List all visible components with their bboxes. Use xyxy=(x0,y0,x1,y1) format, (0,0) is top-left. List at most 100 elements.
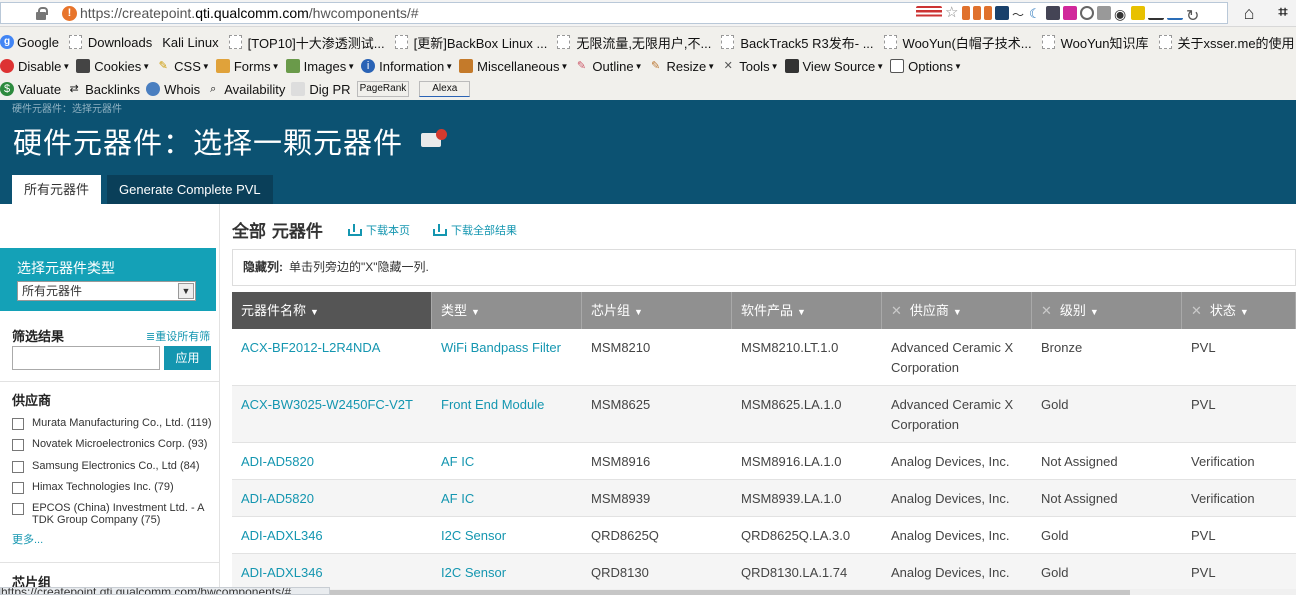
bookmark-icon[interactable] xyxy=(995,6,1009,20)
breadcrumb[interactable]: 硬件元器件：选择元器件 xyxy=(12,100,122,115)
bookmark-downloads[interactable]: Downloads xyxy=(68,35,152,50)
toolbar-digpr[interactable]: Dig PR xyxy=(291,82,351,97)
image-icon[interactable] xyxy=(1097,6,1111,20)
column-header-type[interactable]: 类型 ▼ xyxy=(432,292,582,329)
line-icon-blue[interactable] xyxy=(1167,6,1183,20)
moon-icon[interactable]: ☾ xyxy=(1029,6,1043,21)
warning-icon[interactable]: ! xyxy=(62,5,77,21)
java-icon[interactable] xyxy=(962,6,970,20)
download-all-link[interactable]: 下载全部结果 xyxy=(433,222,517,238)
component-type-link[interactable]: AF IC xyxy=(432,480,582,516)
checkbox-icon[interactable] xyxy=(12,461,24,473)
toolbar-outline[interactable]: ✎ Outline ▼ xyxy=(574,59,643,74)
toolbar-whois[interactable]: Whois xyxy=(146,82,200,97)
hide-column-close-icon[interactable]: ✕ xyxy=(1191,303,1202,318)
bookmark-wooyun-kb[interactable]: WooYun知识库 xyxy=(1041,33,1149,52)
crop-icon[interactable]: ⌗ xyxy=(1272,3,1294,23)
toolbar-tools[interactable]: ✕ Tools ▼ xyxy=(721,59,779,74)
toolbar-resize[interactable]: ✎ Resize ▼ xyxy=(649,59,715,74)
bookmark-backbox[interactable]: [更新]BackBox Linux ... xyxy=(394,33,547,52)
component-type-link[interactable]: AF IC xyxy=(432,443,582,479)
toolbar-images[interactable]: Images ▼ xyxy=(285,59,355,74)
tab-generate-pvl[interactable]: Generate Complete PVL xyxy=(107,175,273,204)
column-header-status[interactable]: ✕ 状态 ▼ xyxy=(1182,292,1296,329)
table-row[interactable]: ADI-AD5820 AF IC MSM8939 MSM8939.LA.1.0 … xyxy=(232,480,1296,517)
column-header-name[interactable]: 元器件名称 ▼ xyxy=(232,292,432,329)
firebug-icon[interactable] xyxy=(1046,6,1060,20)
flag-icon[interactable] xyxy=(916,6,942,20)
toolbar-misc[interactable]: Miscellaneous ▼ xyxy=(459,59,568,74)
toolbar-information[interactable]: i Information ▼ xyxy=(361,59,453,74)
tilde-icon[interactable]: 〜 xyxy=(1012,6,1026,22)
filter-input[interactable] xyxy=(12,346,160,370)
home-icon[interactable]: ⌂ xyxy=(1238,3,1260,23)
component-type-select[interactable]: 所有元器件 ▼ xyxy=(17,281,196,301)
toolbar-disable[interactable]: Disable ▼ xyxy=(0,59,70,74)
component-type-link[interactable]: I2C Sensor xyxy=(432,517,582,553)
column-header-level[interactable]: ✕ 级别 ▼ xyxy=(1032,292,1182,329)
bookmark-top10[interactable]: [TOP10]十大渗透测试... xyxy=(228,33,385,52)
supplier-checkbox[interactable]: Murata Manufacturing Co., Ltd. (119) xyxy=(12,417,212,430)
table-row[interactable]: ADI-ADXL346 I2C Sensor QRD8130 QRD8130.L… xyxy=(232,554,1296,591)
toolbar-valuate[interactable]: $ Valuate xyxy=(0,82,61,97)
reload-icon[interactable]: ↻ xyxy=(1186,6,1200,25)
supplier-checkbox[interactable]: Novatek Microelectronics Corp. (93) xyxy=(12,438,212,451)
component-name-link[interactable]: ADI-ADXL346 xyxy=(232,517,432,553)
bookmark-google[interactable]: g Google xyxy=(0,35,59,50)
table-row[interactable]: ACX-BW3025-W2450FC-V2T Front End Module … xyxy=(232,386,1296,443)
checkbox-icon[interactable] xyxy=(12,439,24,451)
bookmark-kali[interactable]: Kali Linux xyxy=(162,35,218,50)
component-name-link[interactable]: ADI-AD5820 xyxy=(232,443,432,479)
column-label: 元器件名称 xyxy=(241,303,307,318)
toolbar-forms[interactable]: Forms ▼ xyxy=(215,59,280,74)
toolbar-css[interactable]: ✎ CSS ▼ xyxy=(156,59,210,74)
email-alert-icon[interactable] xyxy=(421,129,447,147)
column-header-supplier[interactable]: ✕ 供应商 ▼ xyxy=(882,292,1032,329)
star-icon[interactable]: ☆ xyxy=(945,5,959,20)
component-name-link[interactable]: ACX-BF2012-L2R4NDA xyxy=(232,329,432,385)
table-row[interactable]: ADI-AD5820 AF IC MSM8916 MSM8916.LA.1.0 … xyxy=(232,443,1296,480)
supplier-checkbox[interactable]: Himax Technologies Inc. (79) xyxy=(12,481,212,494)
horizontal-scrollbar[interactable] xyxy=(330,589,1296,595)
toolbar-availability[interactable]: ⌕ Availability xyxy=(206,82,285,97)
pagerank-meter[interactable]: PageRank xyxy=(356,81,410,97)
pink-icon[interactable] xyxy=(1063,6,1077,20)
component-type-link[interactable]: WiFi Bandpass Filter xyxy=(432,329,582,385)
java-icon[interactable] xyxy=(973,6,981,20)
scrollbar-thumb[interactable] xyxy=(330,590,1130,595)
checkbox-icon[interactable] xyxy=(12,418,24,430)
yslow-icon[interactable] xyxy=(1131,6,1145,20)
component-name-link[interactable]: ACX-BW3025-W2450FC-V2T xyxy=(232,386,432,442)
hide-column-close-icon[interactable]: ✕ xyxy=(891,303,902,318)
supplier-checkbox[interactable]: Samsung Electronics Co., Ltd (84) xyxy=(12,460,212,473)
bookmark-wooyun[interactable]: WooYun(白帽子技术... xyxy=(883,33,1032,52)
hide-column-close-icon[interactable]: ✕ xyxy=(1041,303,1052,318)
clock-icon[interactable] xyxy=(1080,6,1094,20)
checkbox-icon[interactable] xyxy=(12,503,24,515)
bookmark-backtrack[interactable]: BackTrack5 R3发布- ... xyxy=(721,33,874,52)
java-icon[interactable] xyxy=(984,6,992,20)
toolbar-cookies[interactable]: Cookies ▼ xyxy=(76,59,150,74)
component-type-link[interactable]: Front End Module xyxy=(432,386,582,442)
alexa-meter[interactable]: Alexa xyxy=(419,81,471,97)
toolbar-viewsource[interactable]: View Source ▼ xyxy=(784,59,884,74)
download-page-link[interactable]: 下载本页 xyxy=(348,222,410,238)
tab-all-components[interactable]: 所有元器件 xyxy=(12,175,102,204)
apply-button[interactable]: 应用 xyxy=(164,346,211,370)
component-name-link[interactable]: ADI-ADXL346 xyxy=(232,554,432,590)
more-suppliers-link[interactable]: 更多... xyxy=(12,531,43,547)
table-row[interactable]: ADI-ADXL346 I2C Sensor QRD8625Q QRD8625Q… xyxy=(232,517,1296,554)
supplier-checkbox[interactable]: EPCOS (China) Investment Ltd. - A TDK Gr… xyxy=(12,502,212,526)
table-row[interactable]: ACX-BF2012-L2R4NDA WiFi Bandpass Filter … xyxy=(232,329,1296,386)
eye-icon[interactable]: ◉ xyxy=(1114,6,1128,22)
line-icon[interactable] xyxy=(1148,6,1164,20)
bookmark-unlimited[interactable]: 无限流量,无限用户,不... xyxy=(557,33,711,52)
component-type-link[interactable]: I2C Sensor xyxy=(432,554,582,590)
column-header-chipset[interactable]: 芯片组 ▼ xyxy=(582,292,732,329)
component-name-link[interactable]: ADI-AD5820 xyxy=(232,480,432,516)
checkbox-icon[interactable] xyxy=(12,482,24,494)
toolbar-options[interactable]: Options ▼ xyxy=(890,59,962,74)
bookmark-xsser[interactable]: 关于xsser.me的使用 xyxy=(1158,33,1295,52)
toolbar-backlinks[interactable]: ⇄ Backlinks xyxy=(67,82,141,97)
column-header-software[interactable]: 软件产品 ▼ xyxy=(732,292,882,329)
